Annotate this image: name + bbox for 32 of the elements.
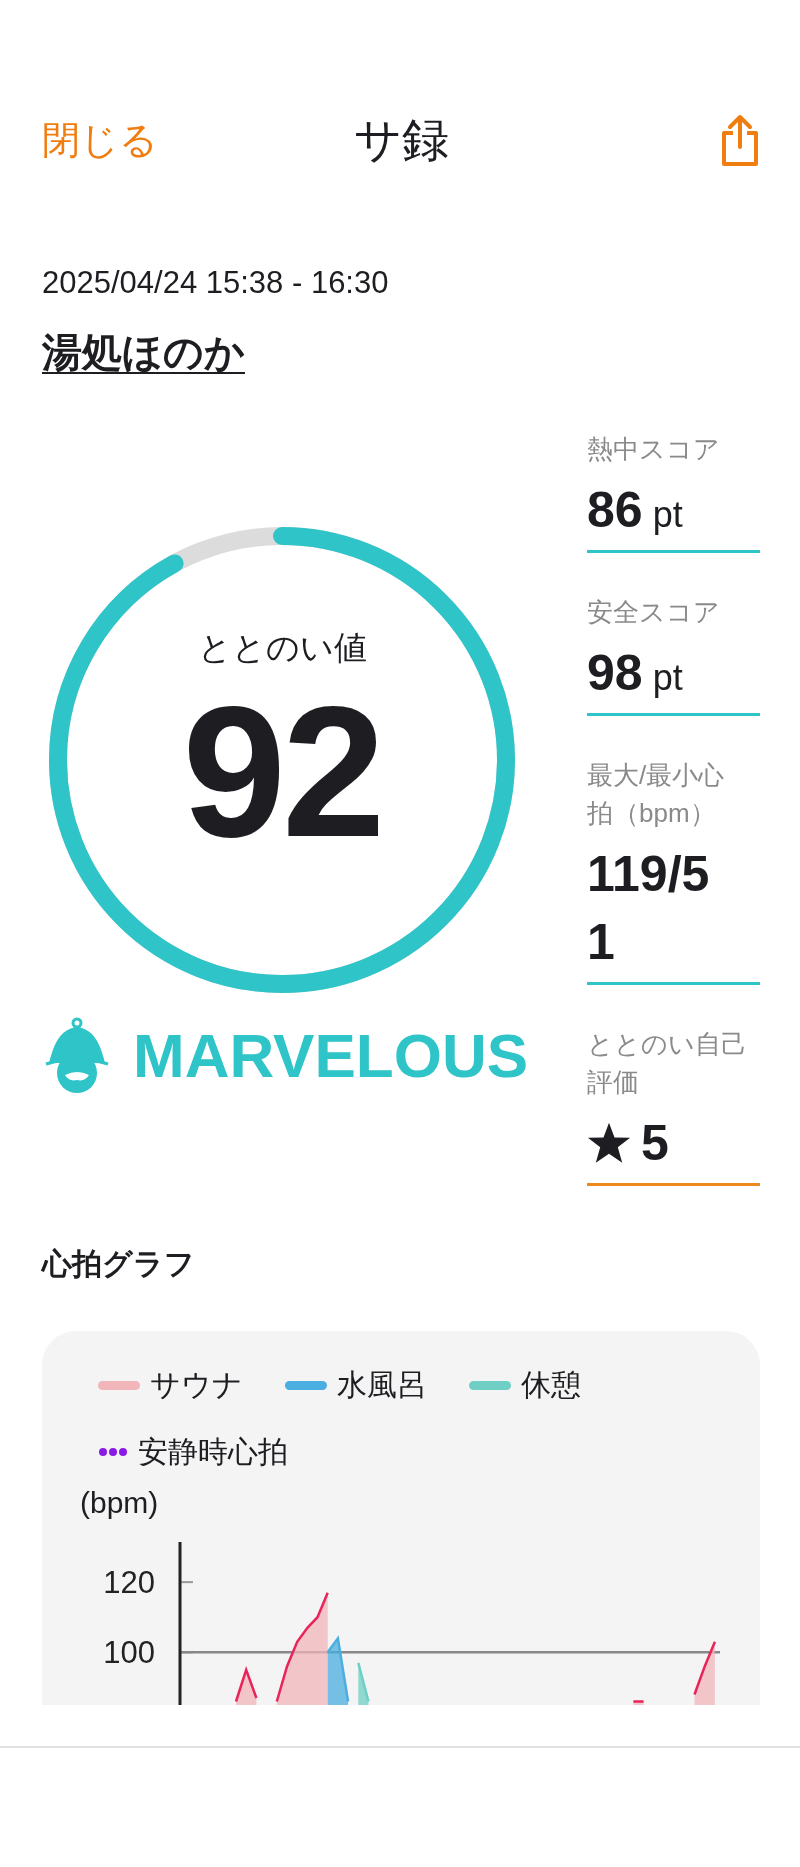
stat-value: 86 bbox=[587, 481, 643, 540]
stat-label: ととのい自己評価 bbox=[587, 1028, 747, 1099]
tick-label: 100 bbox=[103, 1635, 155, 1671]
tick-label: 120 bbox=[103, 1565, 155, 1601]
stat-value: 98 bbox=[587, 644, 643, 703]
stat-label: 熱中スコア bbox=[587, 433, 721, 466]
legend-label: 安静時心拍 bbox=[138, 1433, 288, 1470]
legend-label: サウナ bbox=[150, 1366, 243, 1403]
sauna-hat-icon bbox=[45, 1017, 109, 1093]
session-datetime: 2025/04/24 15:38 - 16:30 bbox=[42, 264, 390, 302]
screen-title: サ録 bbox=[353, 111, 449, 168]
legend-label: 水風呂 bbox=[337, 1366, 427, 1403]
stat-value: 5 bbox=[641, 1114, 669, 1173]
star-icon bbox=[587, 1121, 631, 1165]
stat-value: 119/51 bbox=[587, 845, 711, 972]
legend-label: 休憩 bbox=[521, 1366, 581, 1403]
score-value: 92 bbox=[182, 678, 382, 865]
share-icon[interactable] bbox=[720, 113, 760, 167]
stat-label: 安全スコア bbox=[587, 596, 721, 629]
stat-label: 最大/最小心拍（bpm） bbox=[587, 759, 726, 830]
rank-text: MARVELOUS bbox=[133, 1019, 528, 1091]
heart-rate-area bbox=[633, 1700, 644, 1705]
section-title: 心拍グラフ bbox=[42, 1246, 196, 1282]
axis-label: (bpm) bbox=[80, 1485, 159, 1521]
stat-unit: pt bbox=[652, 657, 683, 699]
heart-rate-area bbox=[693, 1641, 717, 1705]
score-label: ととのい値 bbox=[197, 627, 367, 668]
heart-rate-area bbox=[234, 1666, 258, 1705]
stat-unit: pt bbox=[652, 494, 683, 536]
tick-mark bbox=[179, 1581, 194, 1584]
venue-link[interactable]: 湯処ほのか bbox=[42, 327, 245, 377]
heart-rate-area bbox=[357, 1662, 370, 1705]
